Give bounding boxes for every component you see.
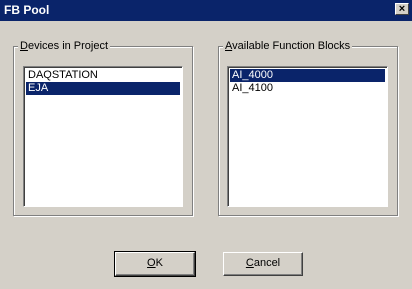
cancel-accel: C <box>245 257 254 269</box>
window-title: FB Pool <box>4 3 50 17</box>
device-item-daqstation[interactable]: DAQSTATION <box>26 69 180 82</box>
function-blocks-group-label: Available Function Blocks <box>223 40 353 53</box>
close-icon[interactable]: × <box>395 3 409 15</box>
devices-label-accel: D <box>20 40 28 52</box>
title-bar[interactable]: FB Pool × <box>0 0 412 21</box>
function-block-item-ai4100[interactable]: AI_4100 <box>230 82 385 95</box>
fb-pool-dialog: FB Pool × Devices in Project DAQSTATION … <box>0 0 412 289</box>
device-item-eja[interactable]: EJA <box>26 82 180 95</box>
devices-listbox[interactable]: DAQSTATION EJA <box>23 66 183 207</box>
devices-group-label: Devices in Project <box>18 40 111 53</box>
cancel-button[interactable]: Cancel <box>223 252 303 276</box>
function-blocks-listbox[interactable]: AI_4000 AI_4100 <box>227 66 388 207</box>
cancel-rest: ancel <box>253 257 281 269</box>
ok-button[interactable]: OK <box>114 251 196 277</box>
devices-label-rest: evices in Project <box>27 40 109 52</box>
ok-rest: K <box>155 257 163 269</box>
ok-accel: O <box>147 257 156 269</box>
function-block-item-ai4000[interactable]: AI_4000 <box>230 69 385 82</box>
function-blocks-label-rest: vailable Function Blocks <box>232 40 351 52</box>
